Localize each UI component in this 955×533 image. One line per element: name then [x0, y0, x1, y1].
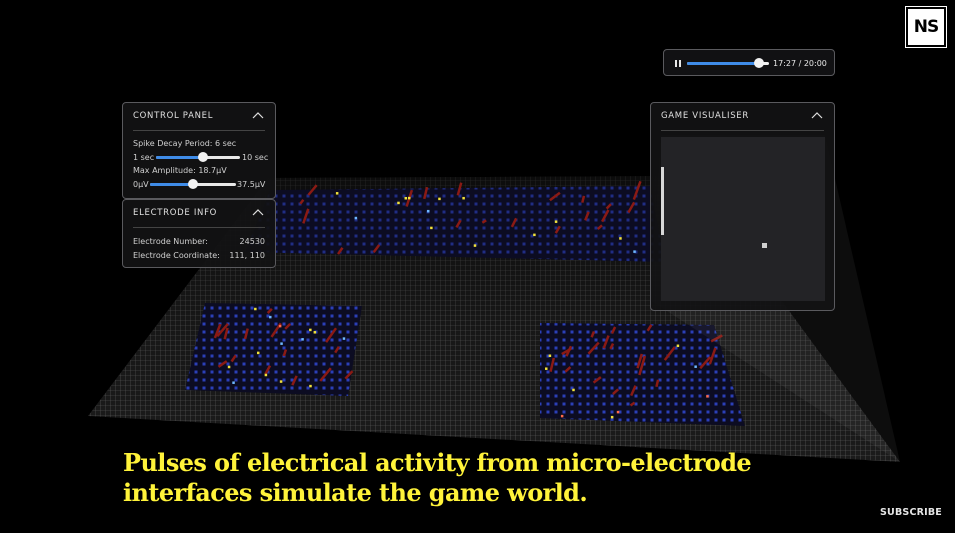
game-paddle [661, 167, 664, 235]
active-electrode-dot [427, 209, 430, 213]
max-amplitude-slider[interactable] [150, 178, 236, 190]
spike-decay-slider[interactable] [156, 151, 240, 163]
control-panel-header[interactable]: CONTROL PANEL [133, 103, 265, 131]
active-electrode-dot [278, 324, 282, 328]
active-electrode-dot [633, 250, 636, 253]
electrode-coordinate-label: Electrode Coordinate: [133, 251, 220, 260]
active-electrode-dot [342, 337, 346, 340]
active-electrode-dot [254, 307, 257, 311]
active-electrode-dot [309, 384, 312, 388]
game-screen [661, 137, 825, 301]
video-time-display: 17:27 / 20:00 [773, 59, 827, 68]
spike-marker [581, 195, 586, 203]
active-electrode-dot [256, 351, 260, 355]
active-electrode-dot [548, 354, 552, 358]
active-electrode-dot [462, 196, 465, 200]
active-electrode-dot [572, 388, 575, 392]
active-electrode-dot [619, 237, 622, 240]
active-electrode-dot [404, 197, 408, 200]
active-electrode-dot [335, 192, 339, 195]
active-electrode-dot [280, 342, 283, 345]
game-visualiser-panel: GAME VISUALISER [650, 102, 835, 311]
active-electrode-dot [264, 373, 268, 377]
active-electrode-dot [227, 365, 231, 369]
control-panel-title: CONTROL PANEL [133, 111, 214, 121]
game-visualiser-title: GAME VISUALISER [661, 111, 749, 121]
electrode-info-title: ELECTRODE INFO [133, 208, 218, 218]
active-electrode-dot [279, 380, 283, 383]
active-electrode-dot [313, 331, 317, 334]
video-progress-slider[interactable] [687, 57, 769, 69]
max-amplitude-label: Max Amplitude: 18.7μV [133, 166, 227, 175]
game-ball [762, 243, 767, 248]
active-electrode-dot [430, 226, 433, 230]
active-electrode-dot [407, 196, 411, 200]
max-amplitude-max: 37.5μV [237, 180, 266, 189]
electrode-number-label: Electrode Number: [133, 237, 208, 246]
active-electrode-dot [616, 410, 620, 414]
active-electrode-dot [354, 216, 358, 220]
new-scientist-logo[interactable]: NS [905, 6, 947, 48]
spike-marker [655, 379, 660, 388]
subscribe-button[interactable]: SUBSCRIBE [880, 507, 942, 518]
active-electrode-dot [232, 381, 235, 384]
spike-decay-label: Spike Decay Period: 6 sec [133, 139, 237, 148]
active-electrode-dot [676, 344, 680, 348]
max-amplitude-min: 0μV [133, 180, 149, 189]
active-electrode-dot [560, 414, 564, 418]
spike-decay-max: 10 sec [242, 153, 269, 162]
pause-icon[interactable] [675, 60, 682, 67]
electrode-info-header[interactable]: ELECTRODE INFO [133, 200, 265, 228]
active-electrode-dot [694, 365, 697, 368]
active-electrode-dot [706, 395, 709, 398]
control-panel: CONTROL PANEL Spike Decay Period: 6 sec … [122, 102, 276, 199]
spike-decay-min: 1 sec [133, 153, 155, 162]
electrode-number-value: 24530 [239, 237, 265, 246]
active-electrode-dot [554, 220, 558, 223]
active-electrode-dot [545, 367, 548, 370]
active-electrode-dot [438, 197, 441, 201]
active-electrode-dot [301, 338, 304, 341]
electrode-patch-back [245, 186, 665, 262]
game-visualiser-header[interactable]: GAME VISUALISER [661, 103, 824, 131]
video-caption: Pulses of electrical activity from micro… [123, 448, 752, 507]
active-electrode-dot [397, 201, 400, 205]
active-electrode-dot [269, 315, 272, 319]
video-player-controls[interactable]: 17:27 / 20:00 [663, 49, 835, 76]
active-electrode-dot [309, 328, 312, 332]
active-electrode-dot [533, 233, 536, 237]
electrode-patch-left [185, 303, 362, 396]
electrode-info-panel: ELECTRODE INFO Electrode Number: 24530 E… [122, 199, 276, 268]
active-electrode-dot [473, 244, 477, 247]
electrode-coordinate-value: 111, 110 [229, 251, 265, 260]
chevron-up-icon[interactable] [251, 207, 265, 217]
chevron-up-icon[interactable] [810, 110, 824, 120]
logo-text: NS [913, 17, 939, 37]
active-electrode-dot [610, 415, 614, 419]
chevron-up-icon[interactable] [251, 110, 265, 120]
